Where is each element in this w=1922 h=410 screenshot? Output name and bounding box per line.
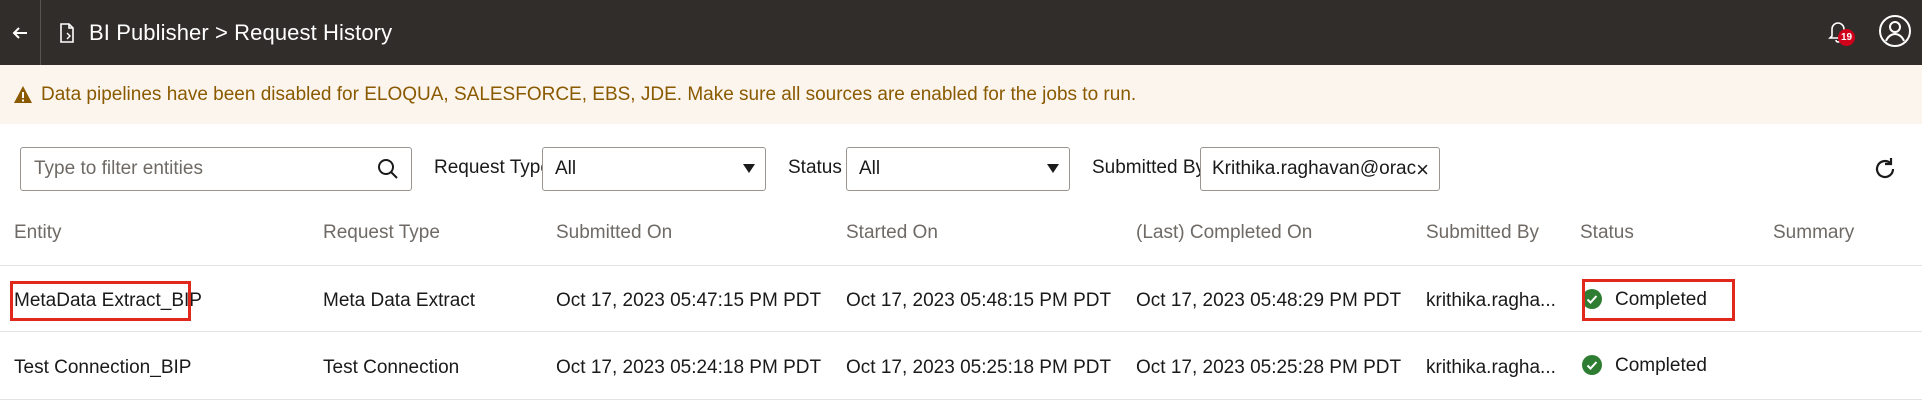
completed-on-cell: Oct 17, 2023 05:48:29 PM PDT [1136, 290, 1402, 311]
chevron-down-icon [743, 164, 755, 173]
table-divider [0, 331, 1922, 332]
back-button[interactable] [0, 0, 41, 65]
highlight-box-status [1582, 279, 1735, 321]
refresh-icon[interactable] [1872, 156, 1898, 182]
request-type-select[interactable]: All [542, 147, 766, 191]
started-on-cell: Oct 17, 2023 05:25:18 PM PDT [846, 357, 1112, 378]
status-select[interactable]: All [846, 147, 1070, 191]
notification-badge: 19 [1838, 29, 1855, 46]
clear-icon[interactable]: × [1416, 159, 1429, 181]
completed-on-cell: Oct 17, 2023 05:25:28 PM PDT [1136, 357, 1402, 378]
status-cell: Completed [1615, 355, 1707, 376]
table-divider [0, 265, 1922, 266]
column-header-completed-on[interactable]: (Last) Completed On [1136, 222, 1312, 244]
request-type-cell: Test Connection [323, 357, 460, 378]
status-label: Status [788, 157, 842, 178]
submitted-by-cell: krithika.ragha... [1426, 357, 1556, 378]
entity-filter-field[interactable] [20, 147, 412, 191]
table-divider [0, 399, 1922, 400]
entity-link[interactable]: Test Connection_BIP [14, 357, 191, 379]
column-header-request-type[interactable]: Request Type [323, 222, 440, 244]
column-header-started-on[interactable]: Started On [846, 222, 938, 244]
arrow-left-icon [12, 26, 27, 39]
submitted-by-value: Krithika.raghavan@orac [1212, 158, 1417, 179]
column-header-summary[interactable]: Summary [1773, 222, 1854, 244]
request-type-cell: Meta Data Extract [323, 290, 476, 311]
column-header-entity[interactable]: Entity [14, 222, 62, 244]
page-title: BI Publisher > Request History [89, 19, 393, 45]
user-avatar-button[interactable] [1878, 14, 1912, 48]
document-icon [59, 22, 75, 43]
request-type-label: Request Type [434, 157, 551, 178]
banner-message: Data pipelines have been disabled for EL… [41, 83, 1137, 105]
submitted-by-label: Submitted By [1092, 157, 1205, 178]
column-header-submitted-by[interactable]: Submitted By [1426, 222, 1539, 244]
submitted-by-cell: krithika.ragha... [1426, 290, 1556, 311]
column-header-submitted-on[interactable]: Submitted On [556, 222, 672, 244]
check-circle-icon [1582, 355, 1602, 375]
column-header-status[interactable]: Status [1580, 222, 1634, 244]
status-value: All [859, 158, 881, 179]
submitted-on-cell: Oct 17, 2023 05:47:15 PM PDT [556, 290, 822, 311]
highlight-box-entity [10, 281, 191, 321]
entity-filter-input[interactable] [32, 157, 366, 181]
warning-banner: Data pipelines have been disabled for EL… [0, 65, 1922, 124]
search-icon[interactable] [377, 158, 399, 180]
request-type-value: All [555, 158, 577, 179]
started-on-cell: Oct 17, 2023 05:48:15 PM PDT [846, 290, 1112, 311]
chevron-down-icon [1047, 164, 1059, 173]
submitted-on-cell: Oct 17, 2023 05:24:18 PM PDT [556, 357, 822, 378]
user-avatar-icon [1879, 15, 1911, 47]
warning-icon [14, 85, 32, 103]
app-header: BI Publisher > Request History [0, 0, 1922, 65]
submitted-by-input[interactable]: Krithika.raghavan@orac × [1200, 147, 1440, 191]
